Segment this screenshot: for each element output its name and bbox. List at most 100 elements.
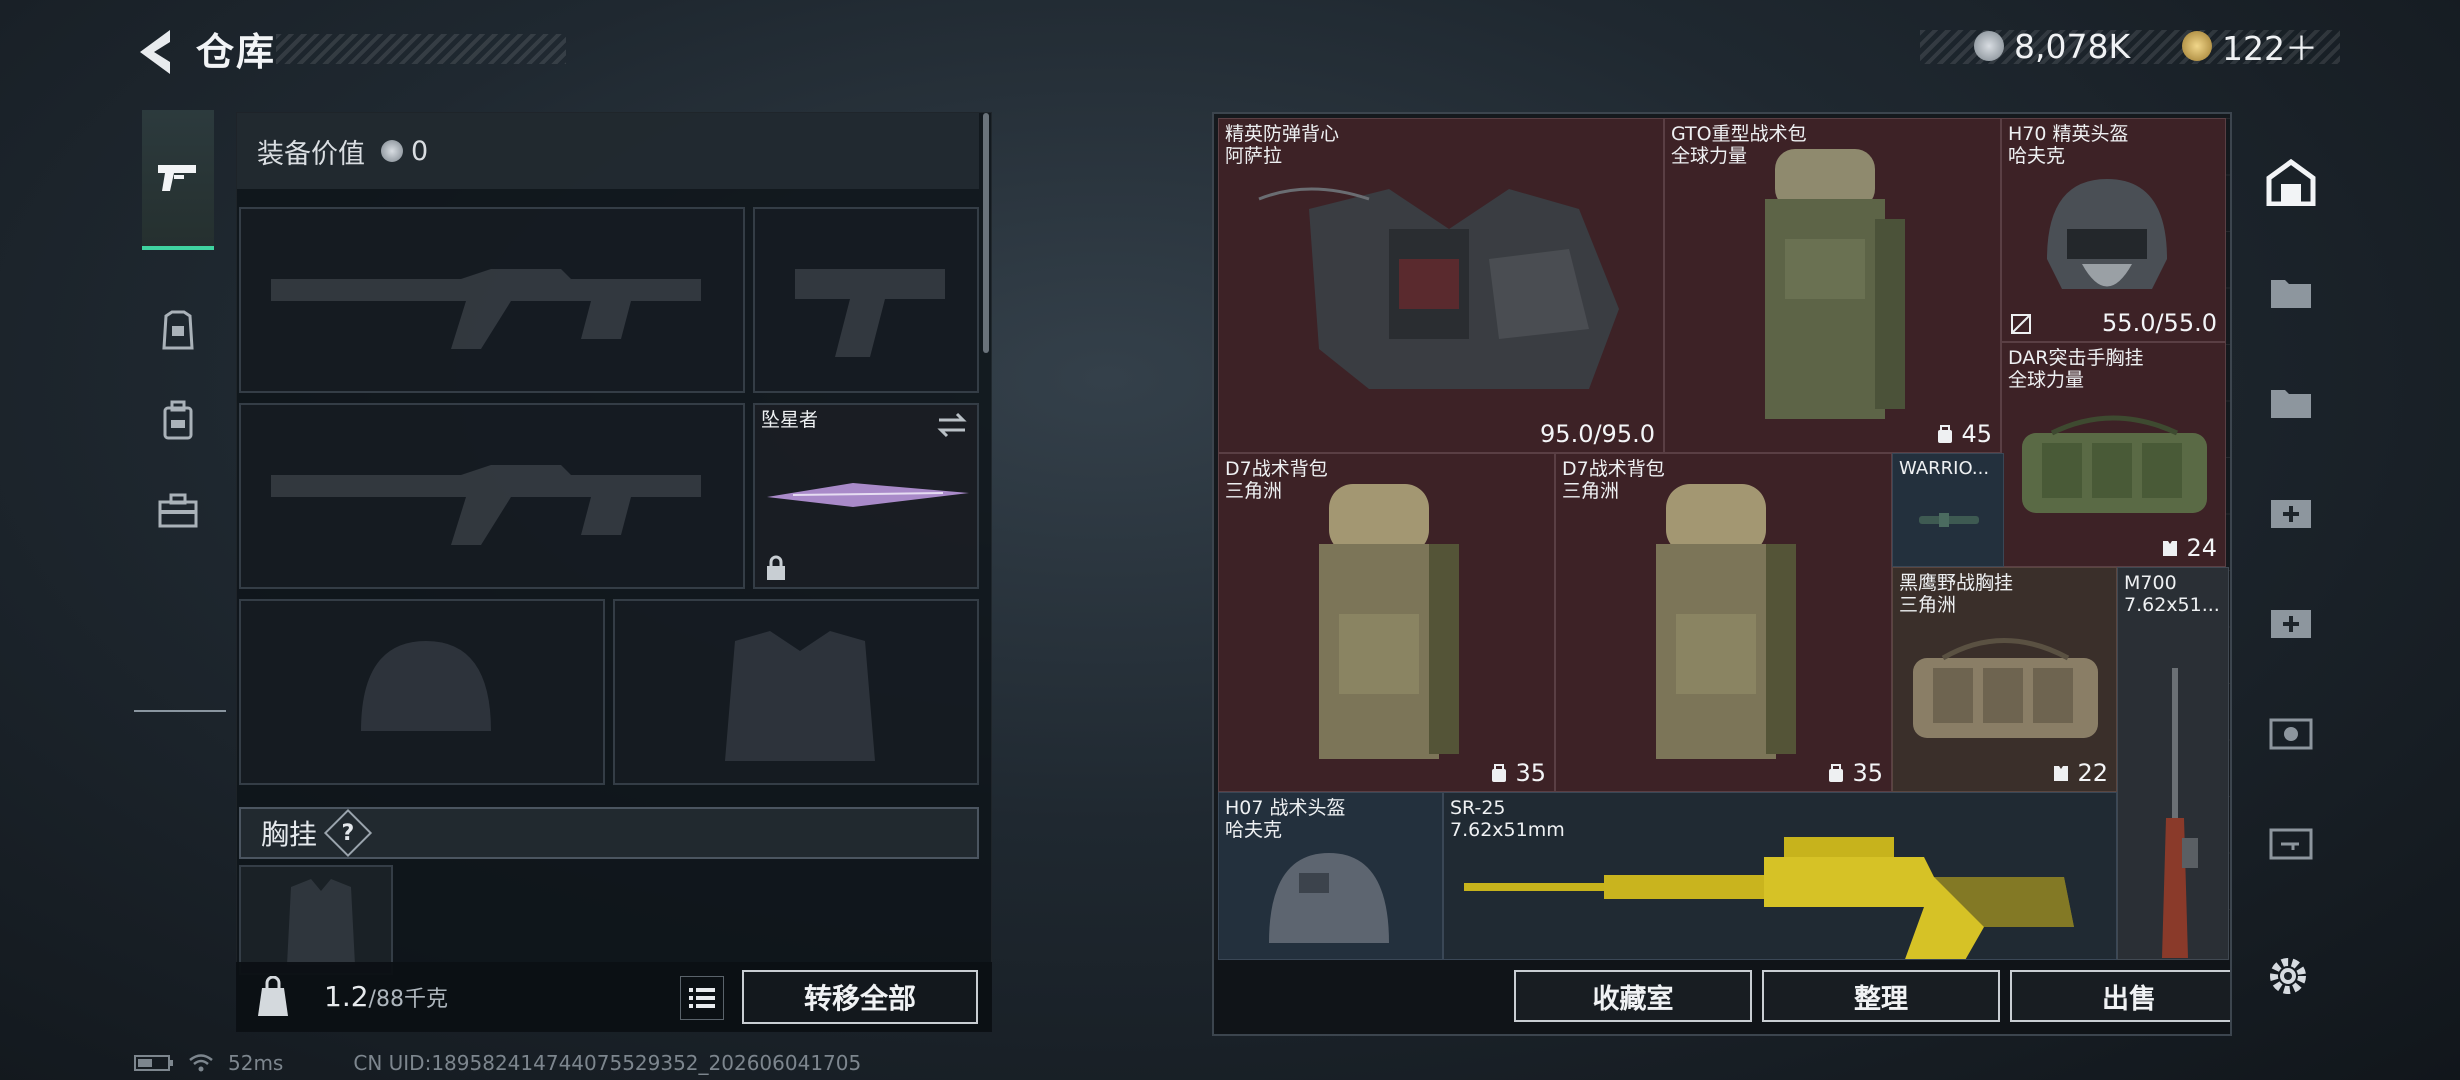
chest-rig-slot[interactable] <box>239 865 393 975</box>
storage-item-dar-rig[interactable]: DAR突击手胸挂 全球力量 24 <box>2001 342 2226 567</box>
storage-panel: 精英防弹背心 阿萨拉 95.0/95.0 GTO重型战术包 全球力量 45 H7… <box>1212 112 2232 1036</box>
storage-item-elite-vest[interactable]: 精英防弹背心 阿萨拉 95.0/95.0 <box>1218 118 1664 453</box>
item-brand: 三角洲 <box>1899 594 1957 616</box>
secondary-weapon-slot[interactable] <box>239 403 745 589</box>
ping-text: 52ms <box>228 1051 284 1075</box>
equip-value: 0 <box>411 135 429 167</box>
equip-value-bar: 装备价值 0 <box>237 113 979 189</box>
rifle-art <box>2162 668 2198 958</box>
item-durability: 55.0/55.0 <box>2102 309 2217 337</box>
warehouse-icon <box>2266 158 2316 206</box>
item-capacity: 45 <box>1935 420 1992 448</box>
swap-icon[interactable] <box>935 411 969 439</box>
item-capacity: 22 <box>2051 759 2108 787</box>
melee-knife-art <box>767 483 969 507</box>
chest-rig-art <box>1913 638 2098 738</box>
melee-name: 坠星者 <box>761 409 819 431</box>
rifle-silhouette <box>271 269 701 349</box>
storage-item-h70-helmet[interactable]: H70 精英头盔 哈夫克 55.0/55.0 <box>2001 118 2226 342</box>
primary-weapon-slot[interactable] <box>239 207 745 393</box>
vest-silhouette <box>725 631 875 761</box>
helmet-silhouette <box>361 641 491 731</box>
tab-extension-5[interactable] <box>2256 682 2326 782</box>
coin-icon <box>381 140 403 162</box>
storage-item-d7-backpack[interactable]: D7战术背包 三角洲 35 <box>1555 453 1892 792</box>
item-name: M700 <box>2124 572 2177 594</box>
storage-item-d7-backpack[interactable]: D7战术背包 三角洲 35 <box>1218 453 1555 792</box>
pistol-silhouette <box>795 269 945 357</box>
storage-item-warrior-attachment[interactable]: WARRIO... <box>1892 453 2004 567</box>
vest-art <box>1258 187 1619 389</box>
storage-item-gto-pack[interactable]: GTO重型战术包 全球力量 45 <box>1664 118 2001 453</box>
equip-value-label: 装备价值 <box>257 138 365 170</box>
item-capacity: 35 <box>1489 759 1546 787</box>
helmet-art <box>1269 853 1389 943</box>
item-brand: 三角洲 <box>1562 480 1620 502</box>
capacity-bar: 1.2/88千克 转移全部 <box>236 962 992 1032</box>
tab-extension-4[interactable] <box>2256 572 2326 672</box>
attachment-art <box>1919 513 1979 527</box>
vest-silhouette <box>287 879 355 965</box>
tab-extension-2[interactable] <box>2256 352 2326 452</box>
title-area: 仓库 <box>196 28 566 74</box>
list-view-button[interactable] <box>680 976 724 1020</box>
storage-folder-icon <box>2271 280 2311 308</box>
item-brand: 哈夫克 <box>2008 145 2066 167</box>
list-icon <box>689 988 715 1008</box>
coin-balance: 8,078K <box>1974 26 2130 66</box>
vest-small-icon <box>2054 766 2069 781</box>
item-name: SR-25 <box>1450 797 1506 819</box>
rifle-art <box>1464 837 2074 959</box>
collection-room-button[interactable]: 收藏室 <box>1514 970 1752 1022</box>
melee-slot[interactable]: 坠星者 <box>753 403 979 589</box>
medical-case-icon <box>2271 500 2311 528</box>
weight-capacity: /88千克 <box>368 987 448 1012</box>
ammo-case-icon <box>2269 718 2313 750</box>
gear-icon <box>2270 958 2306 994</box>
armor-icon <box>162 310 194 350</box>
backpack-art <box>1765 149 1905 419</box>
helmet-art <box>2047 179 2167 289</box>
help-icon[interactable]: ? <box>323 808 373 858</box>
helmet-slot[interactable] <box>239 599 605 785</box>
storage-folder-icon <box>2271 390 2311 418</box>
item-brand: 阿萨拉 <box>1225 145 1283 167</box>
backpack-small-icon <box>1492 764 1507 782</box>
tab-extension-1[interactable] <box>2256 242 2326 342</box>
wifi-icon <box>189 1054 213 1072</box>
item-name: WARRIO... <box>1899 458 1990 479</box>
vest-small-icon <box>2163 541 2178 556</box>
tab-weapons[interactable] <box>142 110 214 250</box>
item-capacity: 24 <box>2160 534 2217 562</box>
back-button[interactable] <box>130 24 186 80</box>
token-balance[interactable]: 122＋ <box>2182 26 2318 68</box>
battery-icon <box>134 1055 173 1071</box>
storage-item-blackhawk-rig[interactable]: 黑鹰野战胸挂 三角洲 22 <box>1892 567 2117 792</box>
chest-rig-art <box>2022 415 2207 513</box>
scrollbar[interactable] <box>983 113 989 353</box>
tab-all-storage[interactable] <box>2256 132 2326 232</box>
sidearm-slot[interactable] <box>753 207 979 393</box>
item-durability: 95.0/95.0 <box>1540 420 1655 448</box>
toolbox-icon <box>158 493 198 528</box>
tab-extension-3[interactable] <box>2256 462 2326 562</box>
transfer-all-button[interactable]: 转移全部 <box>742 970 978 1024</box>
item-brand: 全球力量 <box>1671 145 1748 167</box>
chevron-left-icon <box>140 30 170 74</box>
armor-slot[interactable] <box>613 599 979 785</box>
storage-tab-rail <box>2256 112 2326 932</box>
item-name: 黑鹰野战胸挂 <box>1899 572 2014 594</box>
storage-item-h07-helmet[interactable]: H07 战术头盔 哈夫克 <box>1218 792 1443 960</box>
tab-extension-6[interactable] <box>2256 792 2326 892</box>
uid-text: CN UID:18958241474407552935​2_2026060417… <box>353 1051 862 1075</box>
currency-bar: 8,078K 122＋ <box>1920 26 2340 68</box>
weight-value: 1.2 <box>324 980 369 1013</box>
storage-item-m700-rifle[interactable]: M700 7.62x51... <box>2117 567 2229 960</box>
tab-case[interactable] <box>142 440 214 580</box>
item-name: H70 精英头盔 <box>2008 123 2129 145</box>
organize-button[interactable]: 整理 <box>1762 970 2000 1022</box>
settings-button[interactable] <box>2262 950 2314 1002</box>
item-brand: 全球力量 <box>2008 369 2085 391</box>
storage-item-sr25-rifle[interactable]: SR-25 7.62x51mm <box>1443 792 2117 960</box>
sell-button[interactable]: 出售 <box>2010 970 2230 1022</box>
